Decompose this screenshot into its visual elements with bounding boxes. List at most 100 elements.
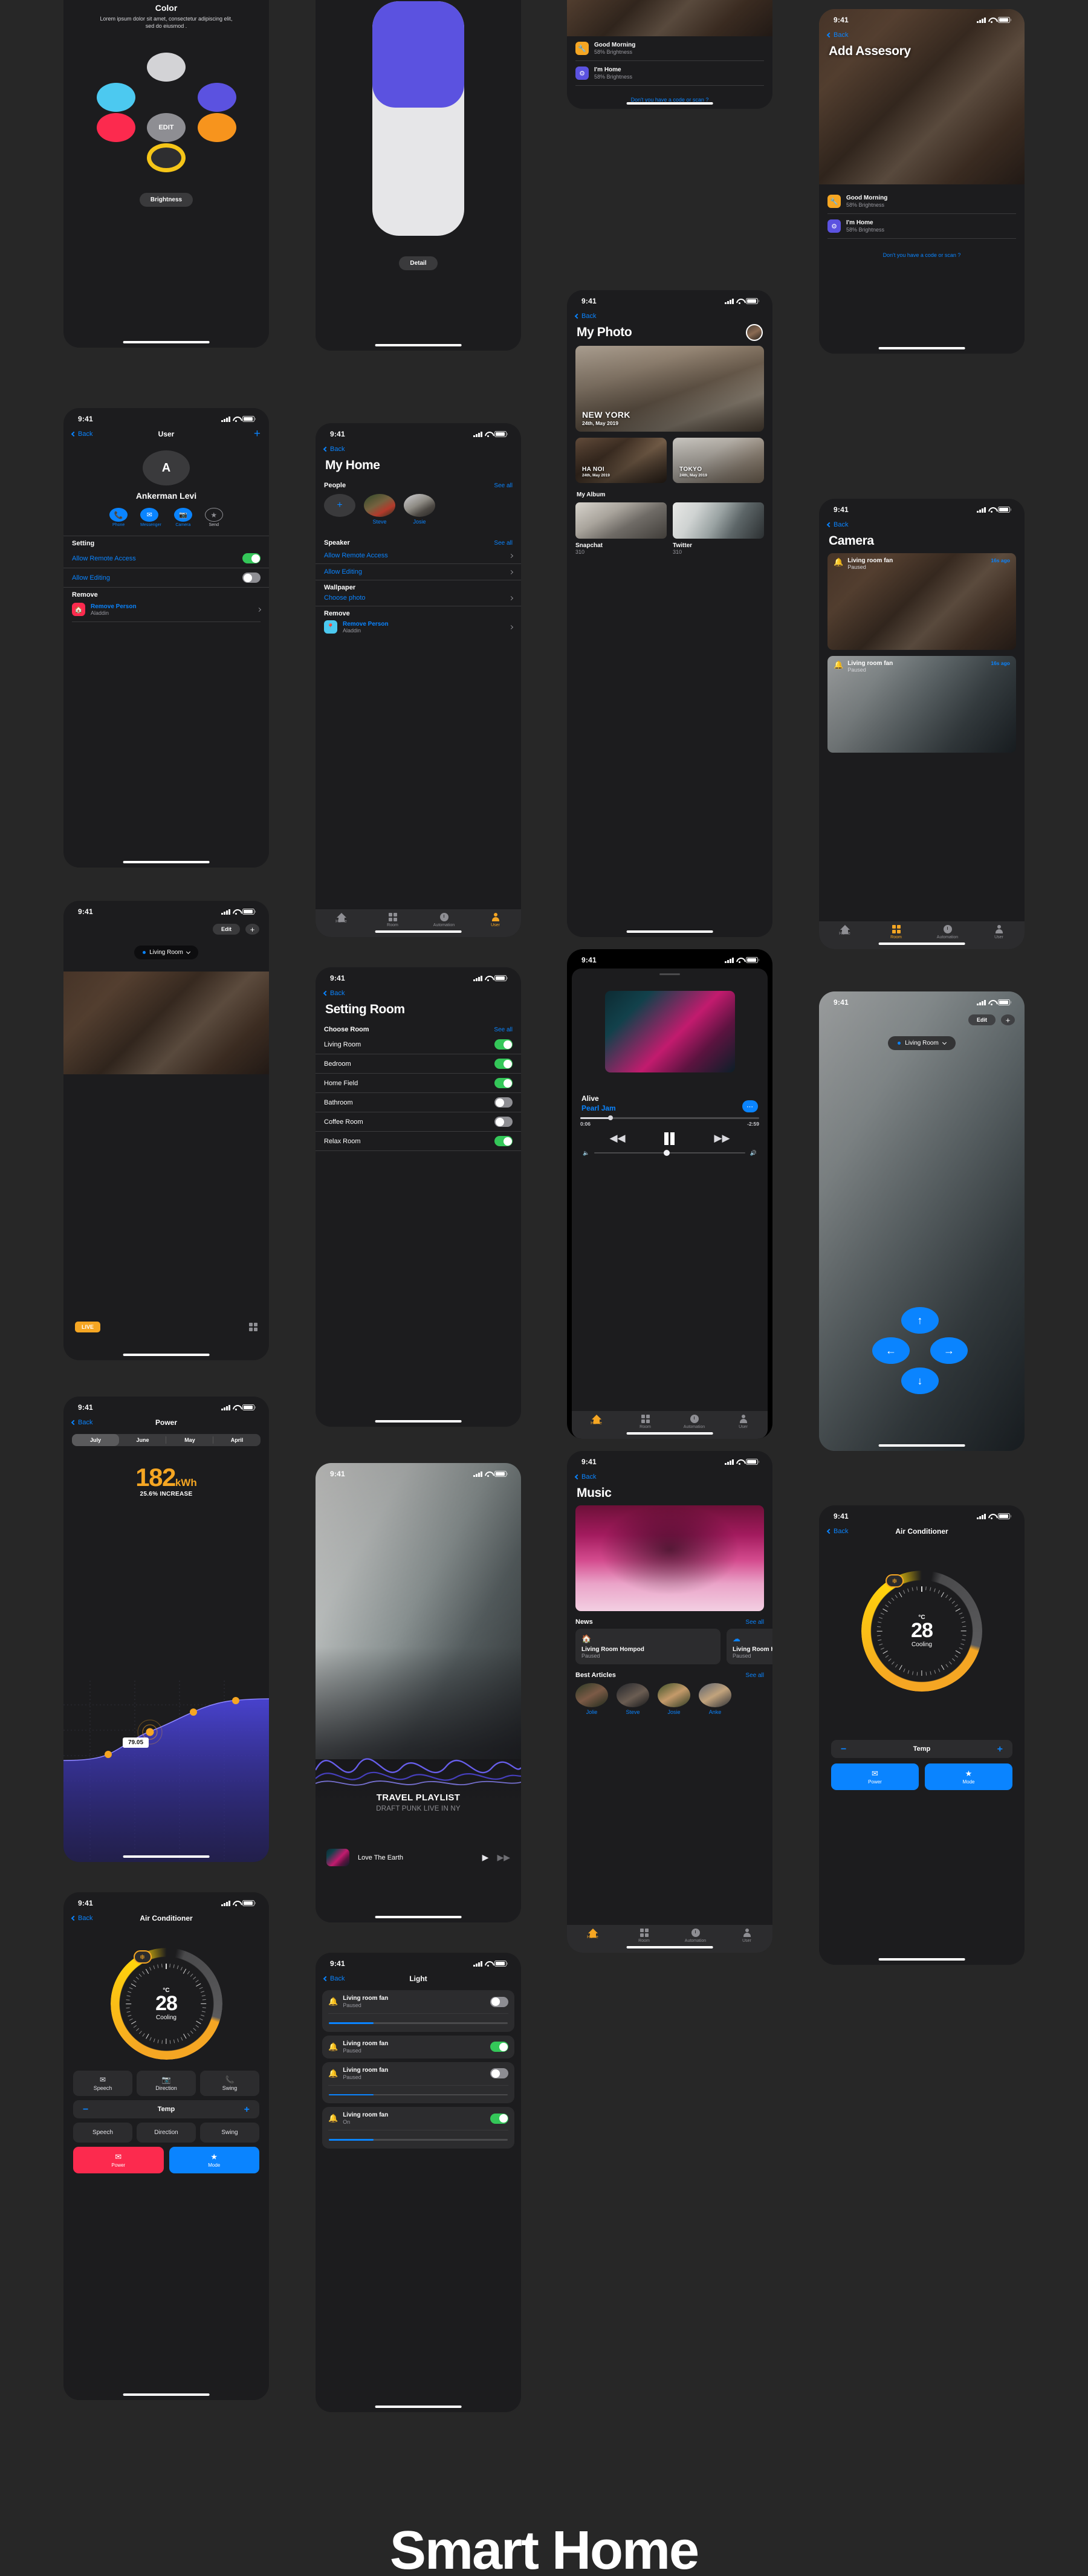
color-swatch-red[interactable] bbox=[97, 113, 135, 143]
play-icon[interactable]: ▶ bbox=[482, 1852, 489, 1863]
brightness-button[interactable]: Brightness bbox=[139, 193, 193, 207]
featured-photo-card[interactable]: NEW YORK 24th, May 2019 bbox=[575, 346, 764, 432]
temp-increase-button[interactable]: + bbox=[997, 1744, 1003, 1754]
toggle-remote-access[interactable] bbox=[242, 553, 261, 563]
action-send[interactable]: ★ Send bbox=[204, 508, 223, 527]
light-card[interactable]: 🔔 Living room fan Paused bbox=[322, 1990, 514, 2032]
scene-im-home[interactable]: ⚙ I'm Home 58% Brightness bbox=[819, 214, 1025, 238]
tab-user[interactable]: User bbox=[719, 1415, 768, 1429]
tab-room[interactable]: Room bbox=[618, 1929, 670, 1943]
see-all-link[interactable]: See all bbox=[745, 1619, 764, 1626]
brightness-slider[interactable] bbox=[329, 2094, 508, 2095]
color-swatch-white[interactable] bbox=[147, 53, 186, 82]
next-icon[interactable]: ▶▶ bbox=[714, 1132, 730, 1144]
person-steve[interactable]: Steve bbox=[364, 494, 395, 525]
button-swing[interactable]: 📞 Swing bbox=[200, 2071, 259, 2096]
tab-room[interactable]: Room bbox=[367, 913, 418, 927]
segment-april[interactable]: April bbox=[213, 1434, 261, 1446]
action-camera[interactable]: 📷 Camera bbox=[173, 508, 192, 527]
toggle-home-field[interactable] bbox=[494, 1078, 513, 1088]
light-card[interactable]: 🔔 Living room fan Paused bbox=[322, 2035, 514, 2059]
back-button[interactable]: Back bbox=[323, 1975, 345, 1982]
temp-increase-button[interactable]: + bbox=[244, 2104, 250, 2114]
wallpaper-row-choose-photo[interactable]: Choose photo bbox=[316, 593, 521, 606]
add-person-button[interactable]: + bbox=[324, 494, 355, 525]
button-speech-text[interactable]: Speech bbox=[73, 2123, 132, 2143]
setting-row-allow-editing[interactable]: Allow Editing bbox=[63, 568, 269, 587]
album-snapchat[interactable]: Snapchat 310 bbox=[575, 502, 667, 555]
action-phone[interactable]: 📞 Phone bbox=[109, 508, 128, 527]
live-badge[interactable]: LIVE bbox=[75, 1321, 101, 1332]
color-swatch-orange[interactable] bbox=[198, 113, 236, 143]
mode-button[interactable]: ★ Mode bbox=[925, 1763, 1012, 1790]
previous-icon[interactable]: ◀◀ bbox=[609, 1132, 625, 1144]
color-swatch-yellow-selected[interactable] bbox=[147, 143, 186, 173]
action-messenger[interactable]: ✉ Messenger bbox=[140, 508, 161, 527]
back-button[interactable]: Back bbox=[574, 313, 596, 320]
temp-stepper[interactable]: − Temp + bbox=[73, 2100, 259, 2118]
music-hero-image[interactable] bbox=[575, 1505, 764, 1611]
remove-person-row[interactable]: 📍 Remove Person Aladdin bbox=[316, 619, 521, 638]
edit-button[interactable]: Edit bbox=[213, 924, 240, 935]
photo-card-tokyo[interactable]: TOKYO 24th, May 2019 bbox=[673, 438, 764, 483]
light-toggle[interactable] bbox=[490, 2113, 508, 2124]
back-button[interactable]: Back bbox=[323, 446, 345, 453]
scene-good-morning[interactable]: 🔧 Good Morning 58% Brightness bbox=[819, 189, 1025, 213]
scan-help-link[interactable]: Don't you have a code or scan ? bbox=[819, 252, 1025, 258]
temp-stepper[interactable]: − Temp + bbox=[831, 1740, 1012, 1758]
room-row-bathroom[interactable]: Bathroom bbox=[316, 1093, 521, 1112]
photo-card-hanoi[interactable]: HA NOI 24th, May 2019 bbox=[575, 438, 667, 483]
tab-home[interactable]: Home bbox=[819, 925, 870, 936]
news-card[interactable]: 🏠 Living Room Hompod Paused bbox=[575, 1629, 720, 1664]
grid-view-button[interactable] bbox=[249, 1323, 257, 1331]
room-selector[interactable]: Living Room bbox=[134, 946, 198, 959]
tab-home[interactable]: Home bbox=[316, 913, 367, 924]
room-row-coffee-room[interactable]: Coffee Room bbox=[316, 1112, 521, 1131]
room-camera-image[interactable] bbox=[63, 972, 269, 1074]
back-button[interactable]: Back bbox=[826, 1528, 848, 1535]
toggle-bedroom[interactable] bbox=[494, 1059, 513, 1069]
button-swing-text[interactable]: Swing bbox=[200, 2123, 259, 2143]
tab-automation[interactable]: Automation bbox=[670, 1929, 721, 1943]
add-button[interactable]: + bbox=[1001, 1014, 1015, 1025]
segment-june[interactable]: June bbox=[119, 1434, 166, 1446]
brightness-slider[interactable] bbox=[329, 2022, 508, 2024]
next-icon[interactable]: ▶▶ bbox=[497, 1852, 510, 1863]
progress-slider[interactable] bbox=[580, 1115, 759, 1120]
see-all-link[interactable]: See all bbox=[494, 482, 513, 489]
ellipsis-icon[interactable]: ⋯ bbox=[742, 1100, 758, 1112]
color-swatch-purple[interactable] bbox=[198, 83, 236, 112]
tab-home[interactable]: Home bbox=[572, 1415, 621, 1426]
button-direction[interactable]: 📷 Direction bbox=[137, 2071, 196, 2096]
toggle-living-room[interactable] bbox=[494, 1039, 513, 1050]
person-josie[interactable]: Josie bbox=[404, 494, 435, 525]
tab-automation[interactable]: Automation bbox=[418, 913, 470, 927]
room-row-bedroom[interactable]: Bedroom bbox=[316, 1054, 521, 1073]
pause-icon[interactable] bbox=[664, 1132, 675, 1145]
detail-button[interactable]: Detail bbox=[399, 256, 438, 270]
remove-person-row[interactable]: 🏠 Remove Person Aladdin bbox=[63, 600, 269, 621]
brightness-slider[interactable] bbox=[329, 2139, 508, 2141]
tab-room[interactable]: Room bbox=[870, 925, 922, 939]
add-button[interactable]: + bbox=[245, 924, 259, 935]
light-card[interactable]: 🔔 Living room fan On bbox=[322, 2107, 514, 2149]
edit-button[interactable]: Edit bbox=[968, 1014, 996, 1025]
see-all-link[interactable]: See all bbox=[494, 540, 513, 547]
camera-feed-card[interactable]: 🔔 Living room fan Paused 16s ago bbox=[827, 656, 1016, 753]
back-button[interactable]: Back bbox=[323, 990, 345, 997]
month-segmented-control[interactable]: July June May April bbox=[72, 1434, 261, 1446]
up-arrow-icon[interactable]: ↑ bbox=[901, 1307, 939, 1334]
button-speech[interactable]: ✉ Speech bbox=[73, 2071, 132, 2096]
temp-decrease-button[interactable]: − bbox=[83, 2104, 88, 2114]
power-button[interactable]: ✉ Power bbox=[73, 2147, 164, 2173]
add-button[interactable]: + bbox=[254, 428, 261, 440]
toggle-coffee-room[interactable] bbox=[494, 1117, 513, 1127]
speaker-row-allow-editing[interactable]: Allow Editing bbox=[316, 564, 521, 580]
segment-july[interactable]: July bbox=[72, 1434, 119, 1446]
sheet-grabber[interactable] bbox=[659, 973, 680, 975]
tab-automation[interactable]: Automation bbox=[670, 1415, 719, 1429]
profile-avatar[interactable] bbox=[746, 324, 763, 341]
light-toggle[interactable] bbox=[490, 2068, 508, 2078]
camera-feed-card[interactable]: 🔔 Living room fan Paused 16s ago bbox=[827, 553, 1016, 650]
tab-automation[interactable]: Automation bbox=[922, 925, 973, 939]
